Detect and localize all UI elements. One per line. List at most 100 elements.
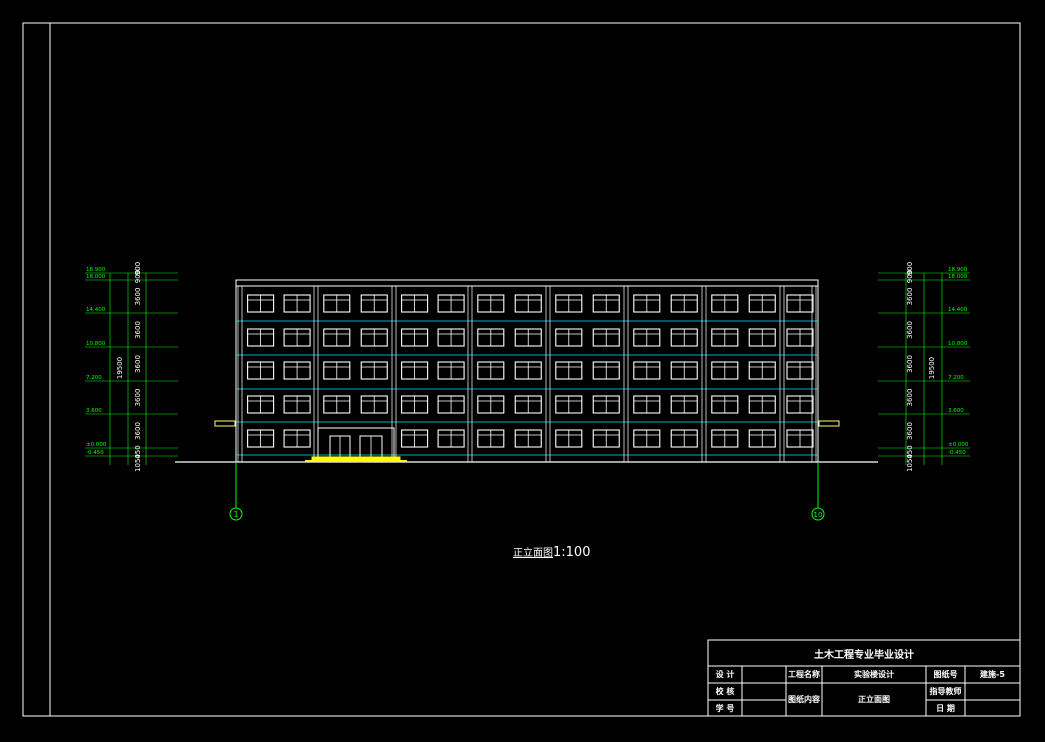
- tb-student-no-label: 学 号: [715, 703, 735, 713]
- window: [670, 429, 698, 448]
- window: [247, 328, 275, 347]
- dimension-value: 3600: [906, 389, 914, 407]
- window: [555, 328, 583, 347]
- axis-marker-left: 1: [229, 462, 243, 521]
- pilaster: [467, 285, 473, 463]
- window: [786, 429, 814, 448]
- window: [711, 395, 739, 414]
- elevation-label: 7.200: [86, 375, 102, 381]
- tb-advisor-label: 指导教师: [929, 687, 962, 696]
- window: [437, 395, 465, 414]
- window: [247, 361, 275, 380]
- window: [633, 429, 661, 448]
- left-dimension-chain: 18.90018.000 14.400 10.800 7.200 3.600 ±0.000…: [85, 262, 178, 472]
- window: [477, 328, 505, 347]
- window: [555, 429, 583, 448]
- tb-drawing-no-label: 图纸号: [933, 670, 958, 679]
- window: [514, 429, 542, 448]
- window: [477, 361, 505, 380]
- window: [633, 294, 661, 313]
- window: [633, 328, 661, 347]
- window: [477, 294, 505, 313]
- window: [592, 395, 620, 414]
- window: [748, 294, 776, 313]
- window: [360, 395, 388, 414]
- roof-parapet: [235, 279, 819, 287]
- pilaster: [237, 285, 243, 463]
- dimension-value: 450: [134, 445, 142, 458]
- tb-content-value: 正立面图: [858, 695, 890, 704]
- window: [514, 294, 542, 313]
- axis-label-right: 10: [814, 511, 823, 519]
- window: [323, 361, 351, 380]
- window: [437, 328, 465, 347]
- dimension-value: 3600: [134, 321, 142, 339]
- tb-project-value: 实验楼设计: [854, 670, 894, 679]
- elevation-label: 14.400: [948, 307, 968, 313]
- pilaster: [623, 285, 629, 463]
- window: [711, 328, 739, 347]
- axis-marker-right: 10: [811, 462, 825, 521]
- window: [592, 361, 620, 380]
- elevation-label: ±0.000: [86, 442, 107, 448]
- canopy-right: [818, 420, 840, 427]
- window: [360, 361, 388, 380]
- pilaster: [313, 285, 319, 463]
- window: [401, 395, 429, 414]
- dimension-total: 19500: [116, 357, 124, 379]
- window: [247, 395, 275, 414]
- window: [786, 395, 814, 414]
- dimension-value: 3600: [134, 389, 142, 407]
- window: [360, 294, 388, 313]
- dimension-value: 900: [906, 262, 914, 275]
- drawing-caption: 正立面图1:100: [513, 544, 590, 560]
- window: [401, 328, 429, 347]
- window: [670, 294, 698, 313]
- window: [555, 395, 583, 414]
- window: [401, 294, 429, 313]
- window: [670, 328, 698, 347]
- window: [477, 395, 505, 414]
- window: [555, 361, 583, 380]
- window: [670, 361, 698, 380]
- window: [514, 328, 542, 347]
- building-elevation: [175, 279, 878, 463]
- elevation-label: 18.900: [948, 267, 968, 273]
- dimension-value: 900: [134, 262, 142, 275]
- elevation-label: 3.600: [948, 408, 964, 414]
- window: [437, 294, 465, 313]
- window: [360, 328, 388, 347]
- window: [633, 361, 661, 380]
- tb-content-label: 图纸内容: [788, 695, 820, 704]
- window: [437, 361, 465, 380]
- window: [786, 361, 814, 380]
- window: [401, 361, 429, 380]
- elevation-label: 14.400: [86, 307, 106, 313]
- outer-frame: [22, 22, 1021, 717]
- title-block-header: 土木工程专业毕业设计: [814, 649, 914, 661]
- tb-design-label: 设 计: [715, 670, 735, 679]
- window: [514, 395, 542, 414]
- tb-check-label: 校 核: [715, 687, 735, 696]
- dimension-value: 3600: [134, 422, 142, 440]
- window: [401, 429, 429, 448]
- window: [670, 395, 698, 414]
- dimension-value: 3600: [906, 288, 914, 306]
- dimension-value: 3600: [906, 355, 914, 373]
- window: [283, 361, 311, 380]
- window: [633, 395, 661, 414]
- elevation-label: -0.450: [948, 450, 966, 456]
- elevation-label: 18.000: [948, 274, 968, 280]
- elevation-label: 3.600: [86, 408, 102, 414]
- window: [323, 395, 351, 414]
- dimension-value: 3600: [134, 288, 142, 306]
- window: [283, 395, 311, 414]
- dimension-value: 450: [906, 445, 914, 458]
- caption-scale: 1:100: [553, 545, 591, 560]
- window: [711, 361, 739, 380]
- entrance-platform: [305, 460, 407, 462]
- window: [247, 429, 275, 448]
- window: [592, 328, 620, 347]
- elevation-label: 7.200: [948, 375, 964, 381]
- window: [283, 429, 311, 448]
